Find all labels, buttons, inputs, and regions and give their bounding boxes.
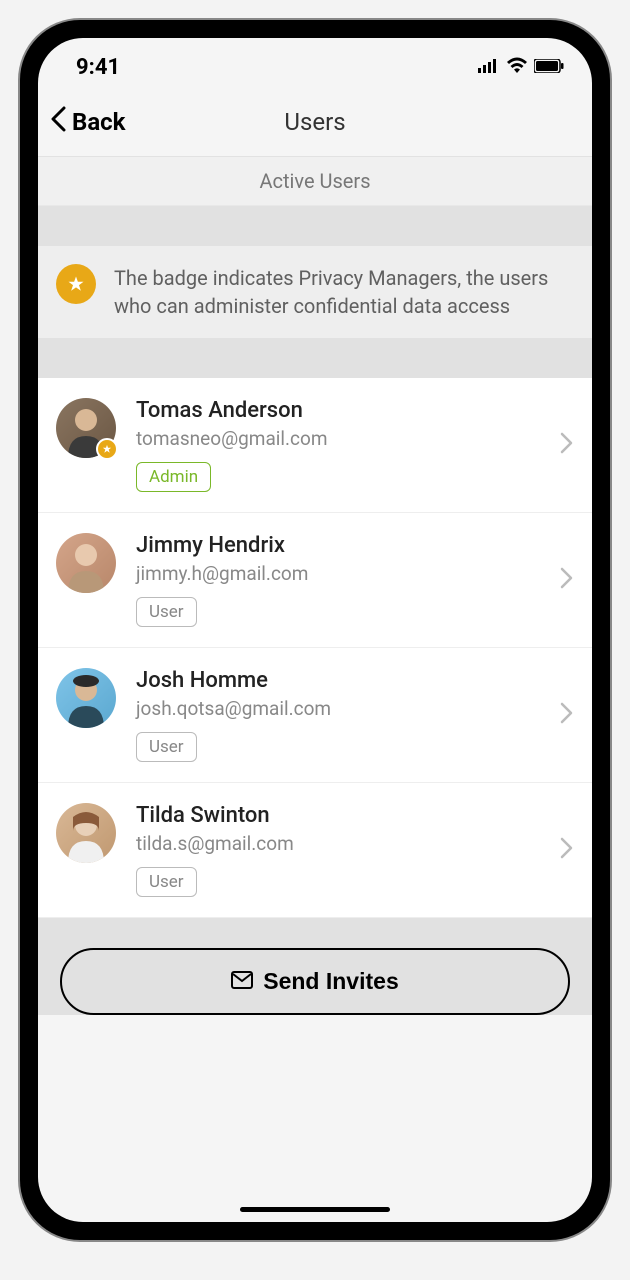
- avatar: [56, 803, 116, 863]
- avatar-wrap: [56, 803, 116, 863]
- user-info: Tomas Anderson tomasneo@gmail.com Admin: [136, 398, 540, 492]
- star-badge-icon: [56, 264, 96, 304]
- user-row[interactable]: Tomas Anderson tomasneo@gmail.com Admin: [38, 378, 592, 513]
- user-info: Jimmy Hendrix jimmy.h@gmail.com User: [136, 533, 540, 627]
- user-info: Tilda Swinton tilda.s@gmail.com User: [136, 803, 540, 897]
- user-row[interactable]: Tilda Swinton tilda.s@gmail.com User: [38, 783, 592, 918]
- avatar: [56, 533, 116, 593]
- avatar-wrap: [56, 533, 116, 593]
- page-title: Users: [284, 108, 345, 136]
- phone-screen: 9:41 Back Users Activ: [38, 38, 592, 1222]
- user-email: tomasneo@gmail.com: [136, 427, 540, 450]
- info-text: The badge indicates Privacy Managers, th…: [114, 264, 574, 320]
- mail-icon: [231, 968, 253, 995]
- user-name: Tilda Swinton: [136, 803, 540, 828]
- chevron-right-icon: [560, 702, 574, 728]
- user-row[interactable]: Josh Homme josh.qotsa@gmail.com User: [38, 648, 592, 783]
- role-badge: User: [136, 597, 197, 627]
- chevron-right-icon: [560, 432, 574, 458]
- user-name: Josh Homme: [136, 668, 540, 693]
- footer-area: Send Invites: [38, 918, 592, 1015]
- battery-icon: [534, 58, 564, 77]
- chevron-right-icon: [560, 837, 574, 863]
- privacy-manager-badge-icon: [96, 438, 118, 460]
- user-name: Jimmy Hendrix: [136, 533, 540, 558]
- avatar-wrap: [56, 668, 116, 728]
- info-banner: The badge indicates Privacy Managers, th…: [38, 246, 592, 338]
- spacer: [38, 206, 592, 246]
- user-email: tilda.s@gmail.com: [136, 832, 540, 855]
- status-bar: 9:41: [38, 38, 592, 88]
- user-email: jimmy.h@gmail.com: [136, 562, 540, 585]
- user-email: josh.qotsa@gmail.com: [136, 697, 540, 720]
- user-row[interactable]: Jimmy Hendrix jimmy.h@gmail.com User: [38, 513, 592, 648]
- avatar-wrap: [56, 398, 116, 458]
- role-badge: Admin: [136, 462, 211, 492]
- role-badge: User: [136, 732, 197, 762]
- section-header: Active Users: [38, 156, 592, 206]
- spacer: [38, 338, 592, 378]
- signal-icon: [478, 58, 500, 77]
- user-info: Josh Homme josh.qotsa@gmail.com User: [136, 668, 540, 762]
- status-time: 9:41: [76, 55, 120, 80]
- chevron-right-icon: [560, 567, 574, 593]
- back-label: Back: [72, 108, 125, 136]
- avatar: [56, 668, 116, 728]
- chevron-left-icon: [50, 106, 68, 138]
- nav-bar: Back Users: [38, 88, 592, 156]
- wifi-icon: [506, 57, 528, 77]
- role-badge: User: [136, 867, 197, 897]
- user-name: Tomas Anderson: [136, 398, 540, 423]
- send-invites-label: Send Invites: [263, 968, 398, 995]
- send-invites-button[interactable]: Send Invites: [60, 948, 570, 1015]
- phone-frame: 9:41 Back Users Activ: [20, 20, 610, 1240]
- back-button[interactable]: Back: [50, 106, 125, 138]
- status-icons: [478, 57, 564, 77]
- home-indicator[interactable]: [240, 1207, 390, 1212]
- user-list: Tomas Anderson tomasneo@gmail.com Admin …: [38, 378, 592, 918]
